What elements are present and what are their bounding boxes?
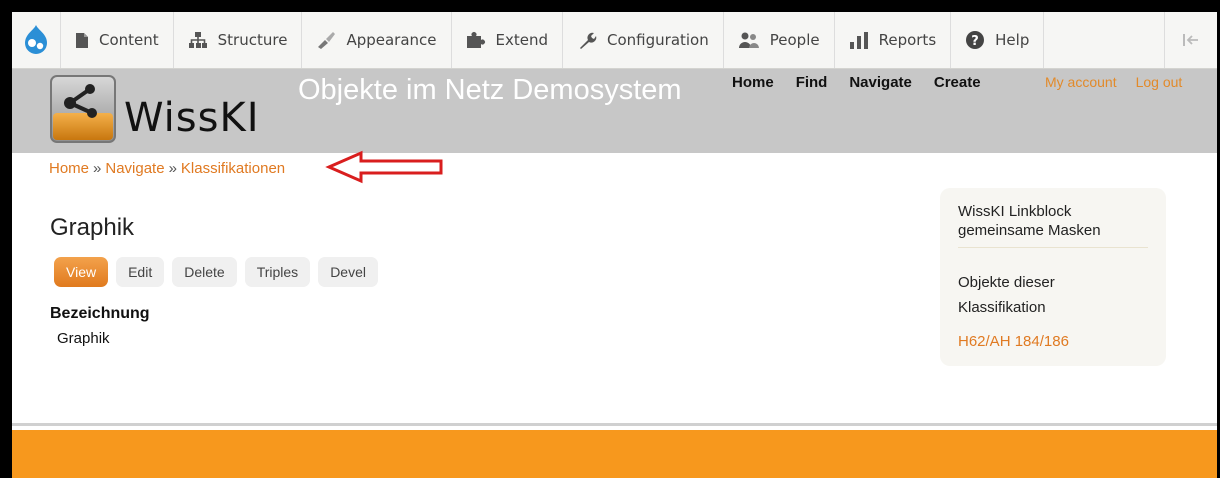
field-label-bezeichnung: Bezeichnung [50, 305, 150, 322]
toolbar-item-content[interactable]: Content [61, 12, 174, 68]
puzzle-icon [466, 32, 485, 48]
bar-chart-icon [849, 32, 868, 49]
site-footer [12, 430, 1217, 478]
breadcrumb-separator: » [168, 160, 177, 177]
site-slogan: Objekte im Netz Demosystem [298, 74, 682, 106]
my-account-link[interactable]: My account [1045, 74, 1117, 90]
tab-edit[interactable]: Edit [116, 257, 165, 287]
breadcrumb-navigate[interactable]: Navigate [105, 160, 164, 177]
toolbar-item-label: Configuration [607, 31, 709, 49]
brush-icon [318, 32, 336, 49]
toolbar-item-label: People [769, 31, 820, 49]
breadcrumb-klassifikationen[interactable]: Klassifikationen [181, 160, 285, 177]
wisski-linkblock: WissKI Linkblock gemeinsame Masken Objek… [940, 188, 1166, 366]
main-menu: Home Find Navigate Create [732, 74, 981, 91]
main-menu-home[interactable]: Home [732, 74, 774, 91]
tab-devel[interactable]: Devel [318, 257, 378, 287]
toolbar-item-label: Structure [217, 31, 288, 49]
collapse-toolbar-icon[interactable] [1164, 12, 1217, 68]
page-title: Graphik [50, 214, 135, 241]
log-out-link[interactable]: Log out [1136, 74, 1183, 90]
site-header: WissKI Objekte im Netz Demosystem Home F… [12, 69, 1217, 153]
help-icon: ? [966, 31, 985, 49]
red-arrow-annotation-icon [325, 150, 443, 184]
toolbar-item-label: Help [995, 31, 1030, 49]
svg-text:?: ? [971, 34, 979, 49]
tab-view[interactable]: View [54, 257, 109, 287]
tab-triples[interactable]: Triples [244, 257, 311, 287]
page-icon [76, 32, 88, 48]
wrench-icon [580, 32, 597, 49]
main-menu-navigate[interactable]: Navigate [849, 74, 912, 91]
footer-divider [12, 423, 1217, 426]
linkblock-title: WissKI Linkblock gemeinsame Masken [958, 202, 1148, 248]
toolbar-item-label: Extend [495, 31, 549, 49]
toolbar-item-people[interactable]: People [724, 12, 835, 68]
breadcrumb-separator: » [93, 160, 102, 177]
toolbar-item-structure[interactable]: Structure [174, 12, 303, 68]
toolbar-item-label: Appearance [346, 31, 437, 49]
main-menu-find[interactable]: Find [796, 74, 828, 91]
breadcrumb-home[interactable]: Home [49, 160, 89, 177]
toolbar-item-label: Content [99, 31, 159, 49]
toolbar-item-extend[interactable]: Extend [452, 12, 564, 68]
field-value-bezeichnung: Graphik [57, 330, 110, 347]
breadcrumb: Home» Navigate» Klassifikationen [49, 160, 285, 177]
toolbar-item-label: Reports [878, 31, 937, 49]
toolbar-item-help[interactable]: ? Help [951, 12, 1045, 68]
linkblock-subtitle: Objekte dieser Klassifikation [958, 274, 1055, 316]
admin-toolbar: Content Structure Appearance Extend Conf… [12, 12, 1217, 69]
toolbar-item-configuration[interactable]: Configuration [563, 12, 724, 68]
main-menu-create[interactable]: Create [934, 74, 981, 91]
toolbar-item-reports[interactable]: Reports [835, 12, 952, 68]
people-icon [738, 32, 759, 48]
browser-viewport: Content Structure Appearance Extend Conf… [12, 12, 1217, 478]
wisski-logo-icon[interactable] [48, 73, 118, 145]
site-name[interactable]: WissKI [124, 95, 260, 141]
toolbar-item-appearance[interactable]: Appearance [302, 12, 452, 68]
tab-delete[interactable]: Delete [172, 257, 237, 287]
sitemap-icon [188, 32, 207, 48]
account-menu: My account Log out [1045, 74, 1182, 90]
local-tasks-tabs: View Edit Delete Triples Devel [54, 257, 378, 287]
drupal-logo-icon[interactable] [12, 12, 61, 68]
linkblock-object-link[interactable]: H62/AH 184/186 [958, 333, 1069, 350]
